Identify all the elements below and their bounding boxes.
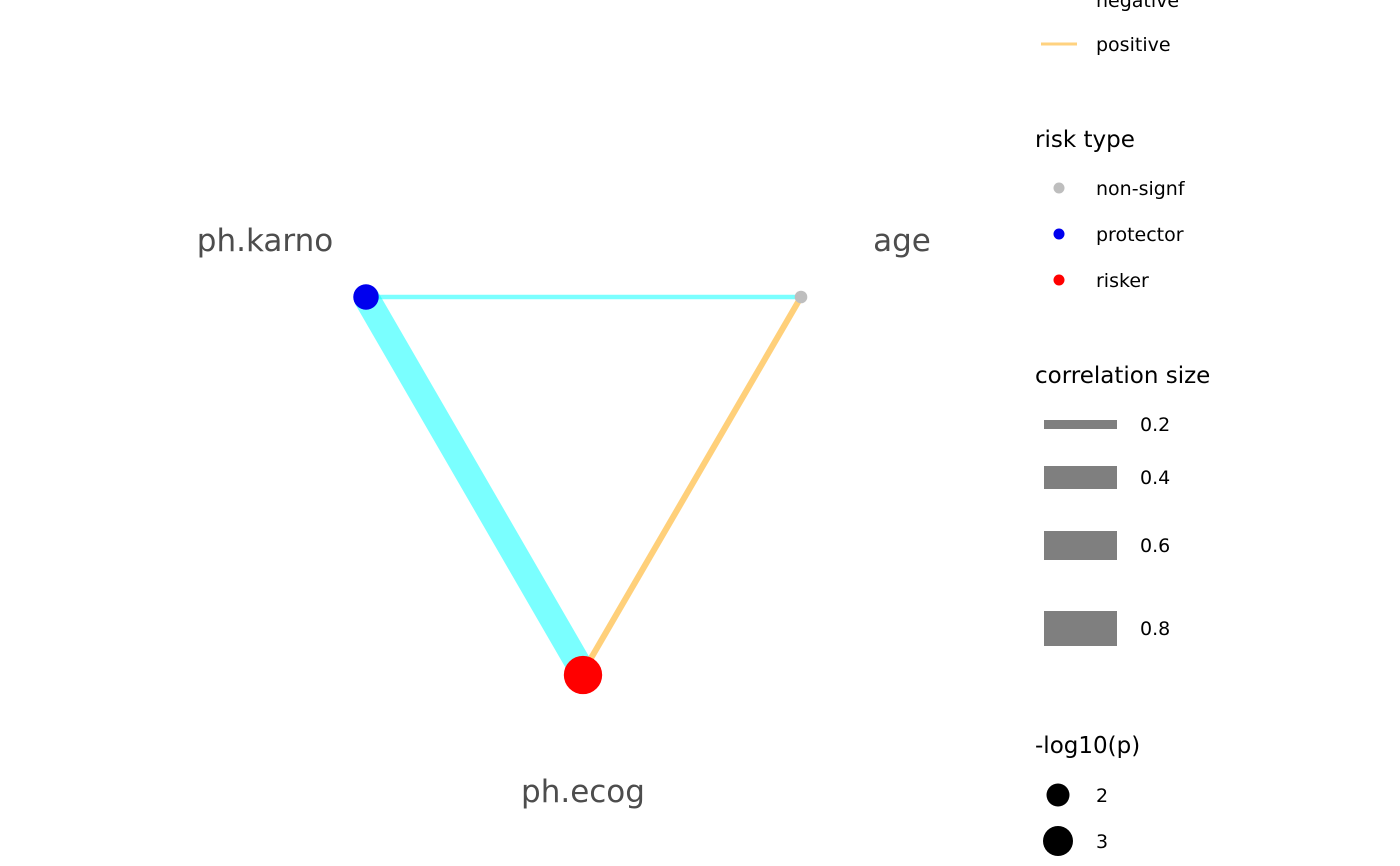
legend-key-pvalue-2-dot	[1046, 783, 1070, 807]
node-ph-karno	[353, 284, 379, 310]
legend-label-size-0.4: 0.4	[1140, 467, 1170, 489]
node-label-ph-ecog: ph.ecog	[521, 774, 645, 810]
legend-key-pvalue-3-dot	[1043, 826, 1073, 856]
edge-ph-karno-ph-ecog	[354, 290, 595, 679]
legend-title-risk-type: risk type	[1035, 127, 1135, 153]
legend-key-size-0.8	[1044, 611, 1117, 646]
legend-label-negative: negative	[1096, 0, 1179, 12]
edge-age-ph-ecog	[580, 295, 804, 674]
legend-label-risker: risker	[1096, 270, 1149, 292]
legend: negative positive risk type non-signf pr…	[1035, 0, 1210, 856]
legend-key-size-0.6	[1044, 531, 1117, 560]
legend-label-size-0.8: 0.8	[1140, 618, 1170, 640]
node-layer	[353, 284, 808, 695]
legend-label-size-0.6: 0.6	[1140, 535, 1170, 557]
legend-label-size-0.2: 0.2	[1140, 414, 1170, 436]
legend-key-risker-dot	[1053, 274, 1065, 286]
legend-key-non-signf-dot	[1053, 182, 1065, 194]
legend-correlation-size: correlation size 0.2 0.4 0.6 0.8	[1035, 363, 1210, 646]
legend-key-size-0.2	[1044, 420, 1117, 429]
legend-title-pvalue: -log10(p)	[1035, 733, 1140, 759]
edge-layer	[354, 290, 804, 679]
legend-label-positive: positive	[1096, 34, 1171, 56]
legend-title-correlation-size: correlation size	[1035, 363, 1210, 389]
node-label-age: age	[873, 223, 931, 259]
legend-label-protector: protector	[1096, 224, 1184, 246]
legend-key-size-0.4	[1044, 466, 1117, 489]
legend-key-protector-dot	[1053, 228, 1065, 240]
legend-label-pvalue-2: 2	[1096, 785, 1108, 807]
node-label-ph-karno: ph.karno	[197, 223, 333, 259]
legend-risk-type: risk type non-signf protector risker	[1035, 127, 1186, 292]
correlation-network-diagram: ph.karno age ph.ecog negative positive r…	[197, 0, 1210, 856]
legend-label-pvalue-3: 3	[1096, 831, 1108, 853]
legend-label-non-signf: non-signf	[1096, 178, 1186, 200]
node-age	[794, 290, 808, 304]
node-ph-ecog	[563, 655, 603, 695]
legend-pvalue: -log10(p) 2 3	[1035, 733, 1140, 856]
legend-direction: negative positive	[1041, 0, 1179, 56]
